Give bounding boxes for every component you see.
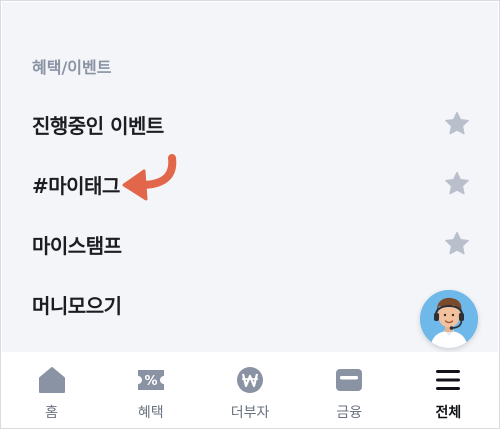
tab-label: 전체 (435, 405, 462, 421)
section-title: 혜택/이벤트 (32, 58, 112, 77)
menu-content: 혜택/이벤트 진행중인 이벤트 #마이태그 마이스탬프 머니모으기 (2, 2, 498, 354)
tab-label: 홈 (45, 405, 59, 421)
menu-item-label: 마이스탬프 (32, 233, 122, 258)
bottom-tab-bar: 홈 % 혜택 더부자 금융 전체 (2, 352, 498, 427)
tab-label: 혜택 (137, 405, 164, 421)
support-agent-avatar-icon (420, 290, 478, 348)
star-icon[interactable] (443, 110, 471, 138)
menu-item-label: 진행중인 이벤트 (32, 113, 164, 138)
menu-icon (433, 366, 463, 394)
menu-item-ongoing-events[interactable]: 진행중인 이벤트 (2, 96, 498, 152)
menu-item-my-stamp[interactable]: 마이스탬프 (2, 216, 498, 272)
tab-all[interactable]: 전체 (399, 352, 498, 427)
star-icon[interactable] (443, 230, 471, 258)
won-coin-icon (235, 366, 265, 394)
coupon-icon: % (136, 366, 166, 394)
menu-item-my-tag[interactable]: #마이태그 (2, 156, 498, 212)
menu-item-label: 머니모으기 (32, 293, 122, 318)
curved-arrow-icon (122, 154, 177, 201)
menu-item-label: #마이태그 (32, 173, 120, 198)
star-icon[interactable] (443, 170, 471, 198)
card-icon (334, 366, 364, 394)
tab-finance[interactable]: 금융 (300, 352, 399, 427)
tab-the-buja[interactable]: 더부자 (200, 352, 299, 427)
tab-home[interactable]: 홈 (2, 352, 101, 427)
app-frame: 혜택/이벤트 진행중인 이벤트 #마이태그 마이스탬프 머니모으기 홈 % 혜택… (0, 0, 500, 429)
tab-label: 더부자 (230, 405, 270, 421)
svg-text:%: % (144, 374, 157, 389)
chatbot-avatar-button[interactable] (420, 290, 478, 348)
home-icon (37, 366, 67, 394)
tab-label: 금융 (336, 405, 363, 421)
tab-benefits[interactable]: % 혜택 (101, 352, 200, 427)
